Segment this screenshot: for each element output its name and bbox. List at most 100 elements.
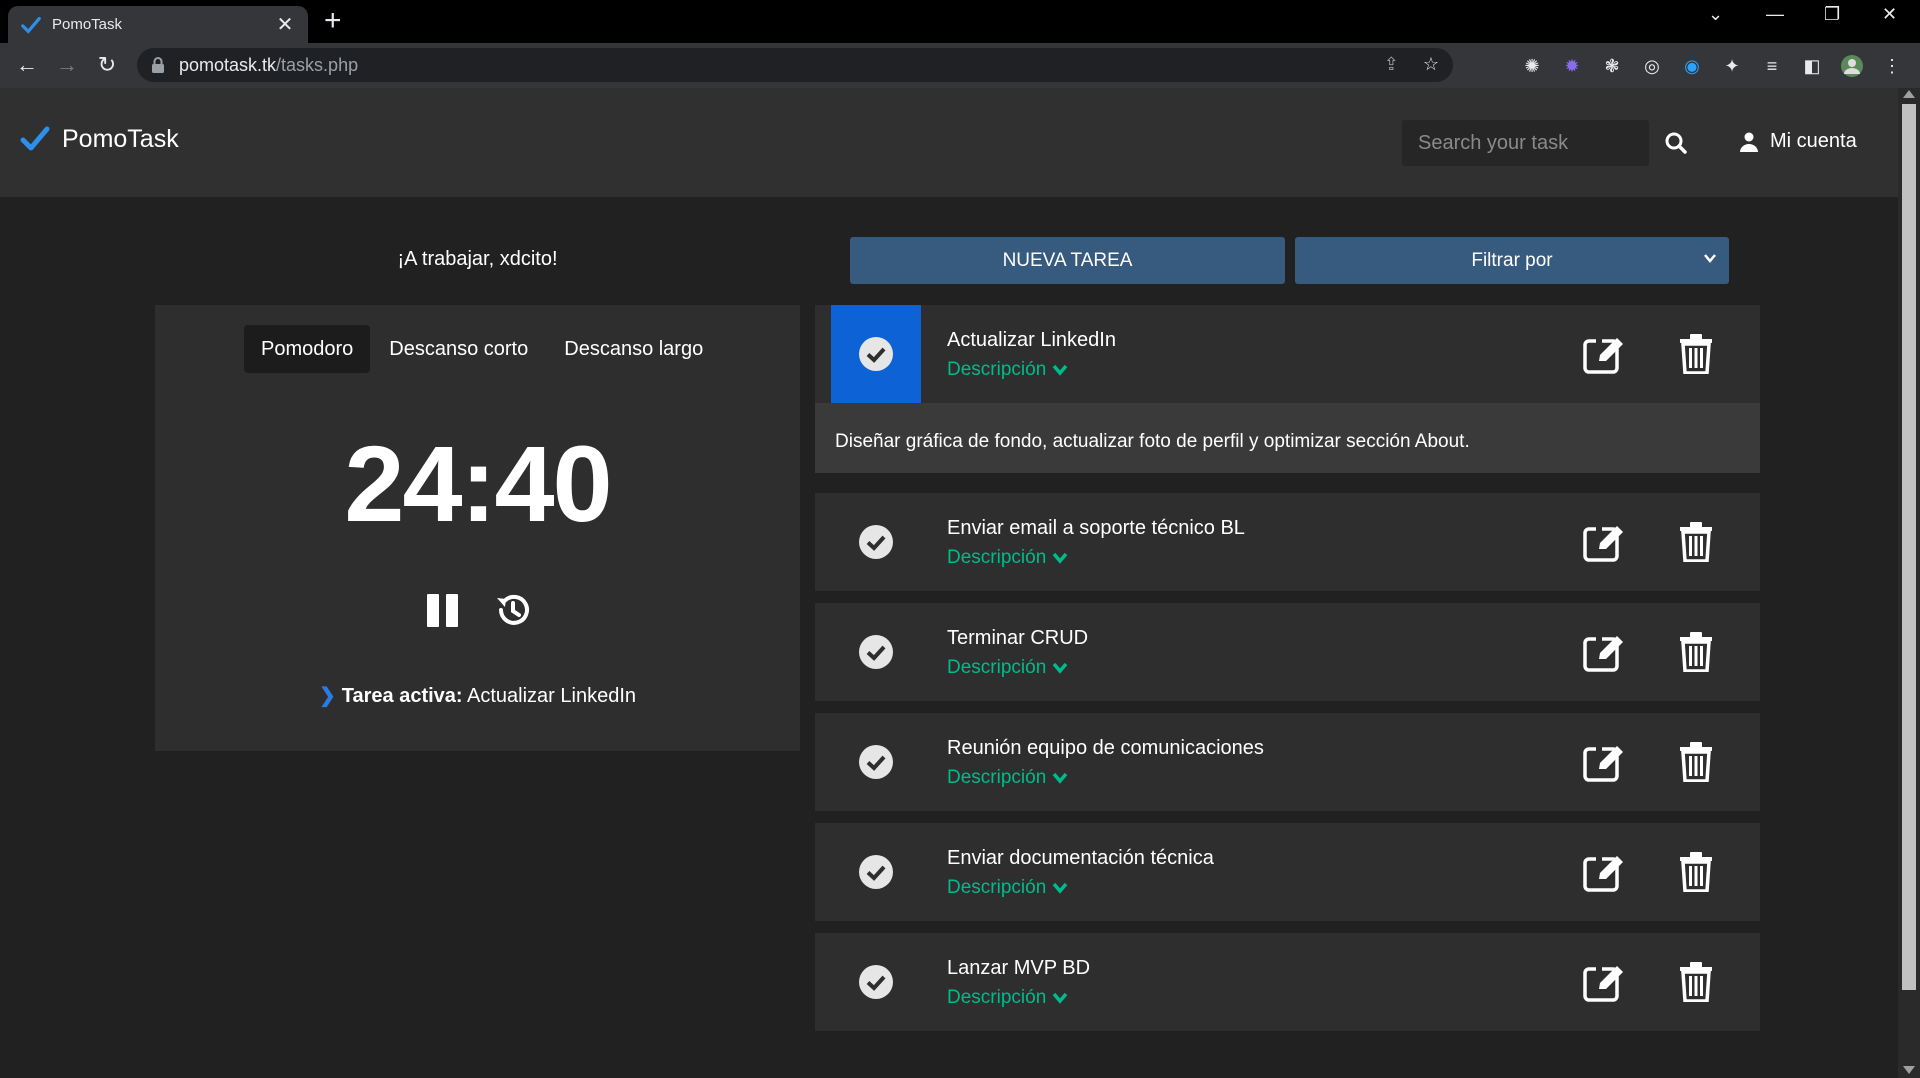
extension-target-icon[interactable]: ◎ <box>1640 54 1664 78</box>
lock-icon <box>152 57 164 73</box>
description-toggle[interactable]: Descripción <box>947 547 1068 569</box>
url-host: pomotask.tk <box>179 54 277 75</box>
description-toggle[interactable]: Descripción <box>947 359 1068 381</box>
reset-history-icon[interactable] <box>493 590 533 630</box>
check-circle-icon <box>859 525 893 559</box>
chevron-right-icon: ❯ <box>318 685 336 707</box>
active-task-name: Actualizar LinkedIn <box>467 685 636 707</box>
extension-circle-icon[interactable]: ◉ <box>1680 54 1704 78</box>
tab-short-break[interactable]: Descanso corto <box>372 325 545 373</box>
edit-icon[interactable] <box>1583 962 1625 1002</box>
tab-pomodoro[interactable]: Pomodoro <box>244 325 371 373</box>
browser-tab[interactable]: PomoTask ✕ <box>8 6 308 43</box>
browser-menu-icon[interactable]: ⋮ <box>1880 54 1904 78</box>
edit-icon[interactable] <box>1583 742 1625 782</box>
trash-icon[interactable] <box>1680 632 1712 672</box>
filter-select[interactable]: Filtrar por <box>1295 237 1729 284</box>
minimize-icon[interactable]: — <box>1766 4 1784 25</box>
bookmark-star-icon[interactable]: ☆ <box>1423 54 1439 75</box>
tab-long-break[interactable]: Descanso largo <box>547 325 720 373</box>
description-toggle[interactable]: Descripción <box>947 657 1068 679</box>
edit-icon[interactable] <box>1583 852 1625 892</box>
page-scrollbar[interactable] <box>1898 88 1920 1078</box>
check-circle-icon <box>859 965 893 999</box>
account-label: Mi cuenta <box>1770 130 1857 152</box>
trash-icon[interactable] <box>1680 742 1712 782</box>
description-toggle[interactable]: Descripción <box>947 767 1068 789</box>
edit-icon[interactable] <box>1583 522 1625 562</box>
check-circle-icon <box>859 855 893 889</box>
browser-tab-bar: PomoTask ✕ + ⌄ — ❐ ✕ <box>0 0 1920 43</box>
greeting-text: ¡A trabajar, xdcito! <box>397 248 558 270</box>
edit-icon[interactable] <box>1583 632 1625 672</box>
pause-icon[interactable] <box>423 590 463 630</box>
description-label: Descripción <box>947 359 1047 380</box>
description-label: Descripción <box>947 987 1047 1008</box>
trash-icon[interactable] <box>1680 334 1712 374</box>
back-icon[interactable]: ← <box>13 52 41 78</box>
task-title: Enviar documentación técnica <box>947 847 1214 869</box>
close-tab-icon[interactable]: ✕ <box>274 12 296 37</box>
media-queue-icon[interactable]: ≡ <box>1760 54 1784 78</box>
share-icon[interactable]: ⇪ <box>1384 54 1399 75</box>
complete-task-button[interactable] <box>831 603 921 701</box>
chevron-down-icon <box>1052 662 1068 674</box>
timer-controls <box>155 590 800 630</box>
trash-icon[interactable] <box>1680 522 1712 562</box>
task-title: Reunión equipo de comunicaciones <box>947 737 1264 759</box>
account-menu[interactable]: Mi cuenta <box>1740 130 1857 153</box>
description-toggle[interactable]: Descripción <box>947 877 1068 899</box>
new-tab-button[interactable]: + <box>324 6 342 36</box>
complete-task-button[interactable] <box>831 933 921 1031</box>
search-input[interactable] <box>1402 120 1649 166</box>
url-path: /tasks.php <box>276 54 359 75</box>
chevron-down-icon <box>1052 772 1068 784</box>
profile-avatar[interactable] <box>1840 54 1864 78</box>
complete-task-button[interactable] <box>831 823 921 921</box>
complete-task-button[interactable] <box>831 713 921 811</box>
extension-atom-icon[interactable]: ❃ <box>1600 54 1624 78</box>
scroll-down-arrow-icon[interactable] <box>1903 1066 1915 1074</box>
task-item: Actualizar LinkedIn Descripción <box>815 305 1760 403</box>
edit-icon[interactable] <box>1583 334 1625 374</box>
task-title: Actualizar LinkedIn <box>947 329 1116 351</box>
side-panel-icon[interactable]: ◧ <box>1800 54 1824 78</box>
active-task-line: ❯ Tarea activa: Actualizar LinkedIn <box>155 683 800 708</box>
task-item: Terminar CRUD Descripción <box>815 603 1760 701</box>
brand-logo[interactable]: PomoTask <box>20 124 179 154</box>
extension-gear-icon[interactable]: ✺ <box>1520 54 1544 78</box>
tab-title: PomoTask <box>52 16 123 33</box>
restore-icon[interactable]: ❐ <box>1824 4 1840 25</box>
checkmark-favicon-icon <box>21 16 41 34</box>
check-circle-icon <box>859 337 893 371</box>
extension-badge-icon[interactable]: ✹ <box>1560 54 1584 78</box>
extensions-puzzle-icon[interactable]: ✦ <box>1720 54 1744 78</box>
complete-task-button[interactable] <box>831 305 921 403</box>
description-toggle[interactable]: Descripción <box>947 987 1068 1009</box>
filter-label: Filtrar por <box>1471 249 1553 271</box>
app-header: PomoTask Mi cuenta <box>0 88 1898 197</box>
chevron-down-icon <box>1052 882 1068 894</box>
task-title: Lanzar MVP BD <box>947 957 1091 979</box>
brand-name: PomoTask <box>62 124 179 153</box>
trash-icon[interactable] <box>1680 852 1712 892</box>
tab-search-icon[interactable]: ⌄ <box>1708 4 1723 25</box>
task-item: Lanzar MVP BD Descripción <box>815 933 1760 1031</box>
active-task-label: Tarea activa: <box>341 685 463 707</box>
forward-icon[interactable]: → <box>53 52 81 78</box>
trash-icon[interactable] <box>1680 962 1712 1002</box>
browser-toolbar: ← → ↻ pomotask.tk/tasks.php ⇪ ☆ ✺ ✹ ❃ ◎ … <box>0 43 1920 88</box>
check-circle-icon <box>859 635 893 669</box>
address-bar[interactable]: pomotask.tk/tasks.php ⇪ ☆ <box>137 48 1453 82</box>
scrollbar-thumb[interactable] <box>1902 104 1916 990</box>
new-task-button[interactable]: NUEVA TAREA <box>850 237 1285 284</box>
search-icon[interactable] <box>1663 130 1689 156</box>
timer-mode-tabs: Pomodoro Descanso corto Descanso largo <box>244 325 722 373</box>
task-list: Actualizar LinkedIn Descripción Diseñar … <box>815 305 1760 1043</box>
task-title: Terminar CRUD <box>947 627 1089 649</box>
reload-icon[interactable]: ↻ <box>93 52 121 78</box>
scroll-up-arrow-icon[interactable] <box>1903 90 1915 98</box>
description-label: Descripción <box>947 547 1047 568</box>
complete-task-button[interactable] <box>831 493 921 591</box>
close-window-icon[interactable]: ✕ <box>1882 4 1897 25</box>
